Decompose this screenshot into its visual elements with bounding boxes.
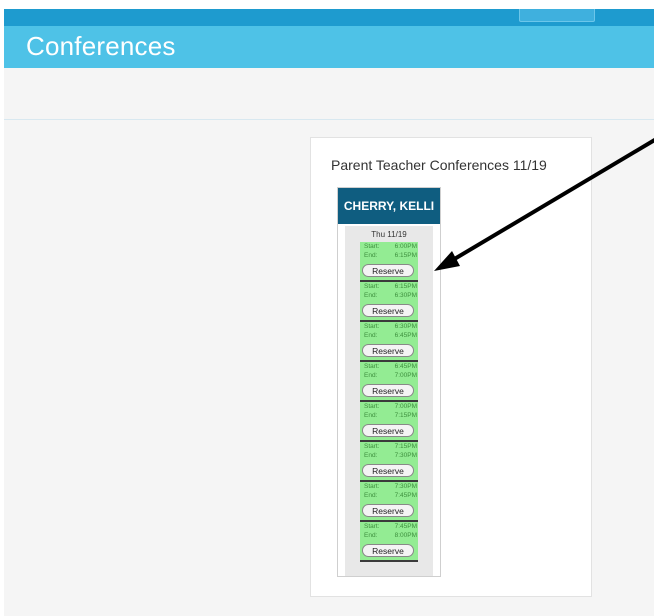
slot-start-label: Start: (364, 243, 380, 250)
slot-end-time: 6:30PM (394, 292, 417, 299)
slot-start-label: Start: (364, 523, 380, 530)
slot-end-label: End: (364, 452, 378, 459)
reserve-button[interactable]: Reserve (362, 424, 414, 437)
slot-end-time: 7:15PM (394, 412, 417, 419)
time-slot: Start: 7:45PM End: 8:00PM Reserve (360, 522, 418, 562)
conference-panel: Parent Teacher Conferences 11/19 CHERRY,… (310, 137, 592, 597)
top-bar (4, 9, 654, 26)
slot-end-label: End: (364, 292, 378, 299)
slot-start-time: 7:00PM (394, 403, 417, 410)
slot-end-label: End: (364, 252, 378, 259)
time-slot: Start: 7:00PM End: 7:15PM Reserve (360, 402, 418, 442)
slot-start-time: 6:30PM (394, 323, 417, 330)
slot-end-time: 7:45PM (394, 492, 417, 499)
reserve-button[interactable]: Reserve (362, 504, 414, 517)
page-title: Conferences (26, 31, 176, 61)
slot-end-time: 7:00PM (394, 372, 417, 379)
app-frame: Conferences Parent Teacher Conferences 1… (4, 9, 654, 616)
slot-end-label: End: (364, 532, 378, 539)
reserve-button[interactable]: Reserve (362, 304, 414, 317)
day-label: Thu 11/19 (371, 230, 407, 239)
slot-start-time: 7:15PM (394, 443, 417, 450)
time-slot: Start: 6:15PM End: 6:30PM Reserve (360, 282, 418, 322)
slot-start-label: Start: (364, 443, 380, 450)
day-column: Thu 11/19 Start: 6:00PM End: 6:15PM Reserv… (345, 226, 433, 576)
slot-start-time: 7:30PM (394, 483, 417, 490)
time-slot: Start: 6:00PM End: 6:15PM Reserve (360, 242, 418, 282)
slot-start-label: Start: (364, 323, 380, 330)
slot-end-label: End: (364, 332, 378, 339)
slot-start-time: 6:45PM (394, 363, 417, 370)
time-slot: Start: 7:15PM End: 7:30PM Reserve (360, 442, 418, 482)
panel-title: Parent Teacher Conferences 11/19 (331, 157, 547, 173)
time-slot: Start: 6:30PM End: 6:45PM Reserve (360, 322, 418, 362)
teacher-column: CHERRY, KELLI Thu 11/19 Start: 6:00PM End… (337, 187, 441, 577)
slot-start-time: 6:15PM (394, 283, 417, 290)
slot-end-time: 6:15PM (394, 252, 417, 259)
slot-start-label: Start: (364, 403, 380, 410)
reserve-button[interactable]: Reserve (362, 384, 414, 397)
slot-end-time: 6:45PM (394, 332, 417, 339)
reserve-button[interactable]: Reserve (362, 464, 414, 477)
reserve-button[interactable]: Reserve (362, 264, 414, 277)
time-slot: Start: 7:30PM End: 7:45PM Reserve (360, 482, 418, 522)
slot-start-label: Start: (364, 283, 380, 290)
page-header: Conferences (4, 26, 654, 68)
slot-end-time: 7:30PM (394, 452, 417, 459)
slot-start-time: 6:00PM (394, 243, 417, 250)
teacher-name: CHERRY, KELLI (338, 188, 440, 224)
slot-start-time: 7:45PM (394, 523, 417, 530)
reserve-button[interactable]: Reserve (362, 544, 414, 557)
top-bar-control[interactable] (519, 9, 595, 22)
slot-start-label: Start: (364, 363, 380, 370)
reserve-button[interactable]: Reserve (362, 344, 414, 357)
slot-end-label: End: (364, 492, 378, 499)
slot-start-label: Start: (364, 483, 380, 490)
slot-end-time: 8:00PM (394, 532, 417, 539)
slot-end-label: End: (364, 372, 378, 379)
divider (4, 119, 654, 120)
slot-end-label: End: (364, 412, 378, 419)
time-slot: Start: 6:45PM End: 7:00PM Reserve (360, 362, 418, 402)
